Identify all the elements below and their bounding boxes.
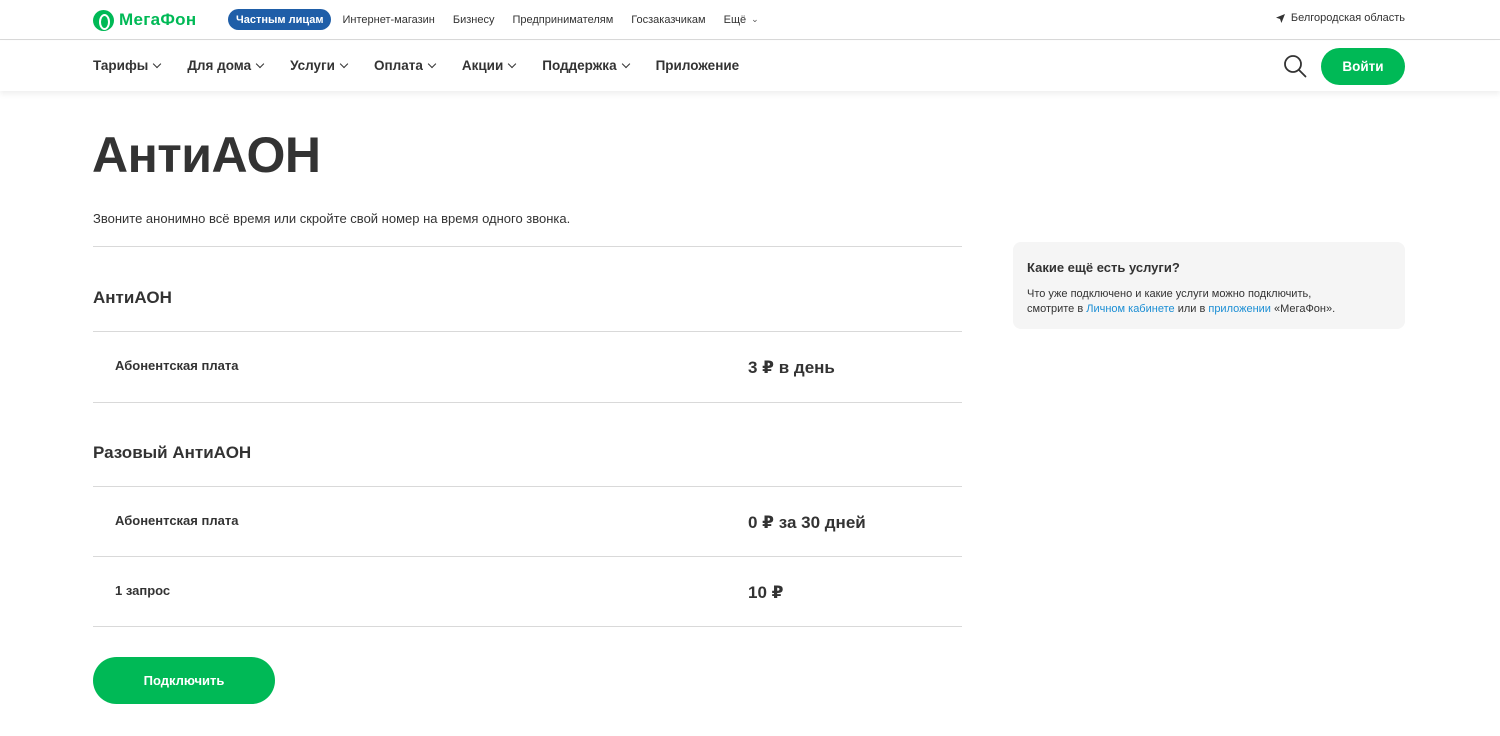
nav-payment[interactable]: Оплата <box>373 58 437 73</box>
megafon-logo-icon <box>93 9 114 31</box>
nav-home[interactable]: Для дома <box>187 58 265 73</box>
divider <box>93 246 962 247</box>
nav-tariffs[interactable]: Тарифы <box>93 58 162 73</box>
divider <box>93 556 962 557</box>
page-subtitle: Звоните анонимно всё время или скройте с… <box>93 211 571 226</box>
segment-entrepreneurs[interactable]: Предпринимателям <box>512 14 613 26</box>
price-row-value: 10 ₽ <box>748 583 784 602</box>
nav-app-label: Приложение <box>655 58 740 73</box>
side-card-title: Какие ещё есть услуги? <box>1027 260 1180 275</box>
divider <box>93 626 962 627</box>
personal-account-link[interactable]: Личном кабинете <box>1086 303 1174 315</box>
divider <box>93 331 962 332</box>
divider <box>93 402 962 403</box>
nav-tariffs-label: Тарифы <box>93 58 149 73</box>
connect-button[interactable]: Подключить <box>93 657 275 704</box>
chevron-down-icon <box>153 59 162 68</box>
side-card-text: Что уже подключено и какие услуги можно … <box>1027 287 1391 317</box>
divider <box>93 486 962 487</box>
nav-promos[interactable]: Акции <box>461 58 517 73</box>
chevron-down-icon <box>339 59 349 68</box>
nav-support[interactable]: Поддержка <box>542 58 630 73</box>
chevron-down-icon <box>427 59 437 68</box>
segment-government[interactable]: Госзаказчикам <box>631 14 705 26</box>
segment-private[interactable]: Частным лицам <box>228 9 332 30</box>
nav-payment-label: Оплата <box>373 58 423 73</box>
top-bar: МегаФон Частным лицам Интернет-магазин Б… <box>0 0 1500 40</box>
segment-shop[interactable]: Интернет-магазин <box>342 14 434 26</box>
megafon-logo[interactable]: МегаФон <box>93 9 196 31</box>
price-row-label: 1 запрос <box>115 583 171 598</box>
nav-services-label: Услуги <box>290 58 335 73</box>
segment-more-label: Ещё <box>723 13 747 26</box>
search-button[interactable] <box>1283 54 1307 78</box>
section-title-antiaon: АнтиАОН <box>93 288 172 307</box>
price-row-label: Абонентская плата <box>115 358 239 373</box>
nav-home-label: Для дома <box>187 58 252 73</box>
nav-services[interactable]: Услуги <box>290 58 349 73</box>
chevron-down-icon <box>255 59 265 68</box>
region-selector[interactable]: Белгородская область <box>1275 12 1405 24</box>
nav-promos-label: Акции <box>461 58 504 73</box>
app-link[interactable]: приложении <box>1208 303 1271 315</box>
segment-more[interactable]: Ещё ⌄ <box>724 14 759 26</box>
chevron-down-icon: ⌄ <box>751 14 759 24</box>
page-title: АнтиАОН <box>92 127 321 183</box>
chevron-down-icon <box>621 59 630 68</box>
main-menu: Тарифы Для дома Услуги Оплата Акции Подд… <box>93 58 766 73</box>
region-label: Белгородская область <box>1290 12 1405 24</box>
other-services-card: Какие ещё есть услуги? Что уже подключен… <box>1013 242 1405 329</box>
side-text-1: Что уже подключено и какие услуги можно … <box>1027 288 1312 300</box>
side-text-4: «МегаФон». <box>1274 303 1336 315</box>
price-row-value: 3 ₽ в день <box>748 358 835 377</box>
price-row-label: Абонентская плата <box>115 513 239 528</box>
audience-segments: Частным лицам Интернет-магазин Бизнесу П… <box>228 9 777 30</box>
side-text-2: смотрите в <box>1027 303 1084 315</box>
login-button[interactable]: Войти <box>1321 48 1405 85</box>
logo-text: МегаФон <box>119 10 197 29</box>
search-icon <box>1284 55 1307 78</box>
location-arrow-icon <box>1275 13 1285 23</box>
main-navigation: Тарифы Для дома Услуги Оплата Акции Подд… <box>0 41 1500 91</box>
price-row-value: 0 ₽ за 30 дней <box>748 513 866 532</box>
nav-app[interactable]: Приложение <box>656 58 740 73</box>
side-text-3: или в <box>1177 303 1206 315</box>
segment-business[interactable]: Бизнесу <box>453 14 495 26</box>
nav-support-label: Поддержка <box>542 58 617 73</box>
chevron-down-icon <box>508 59 517 68</box>
section-title-single-antiaon: Разовый АнтиАОН <box>93 443 252 462</box>
